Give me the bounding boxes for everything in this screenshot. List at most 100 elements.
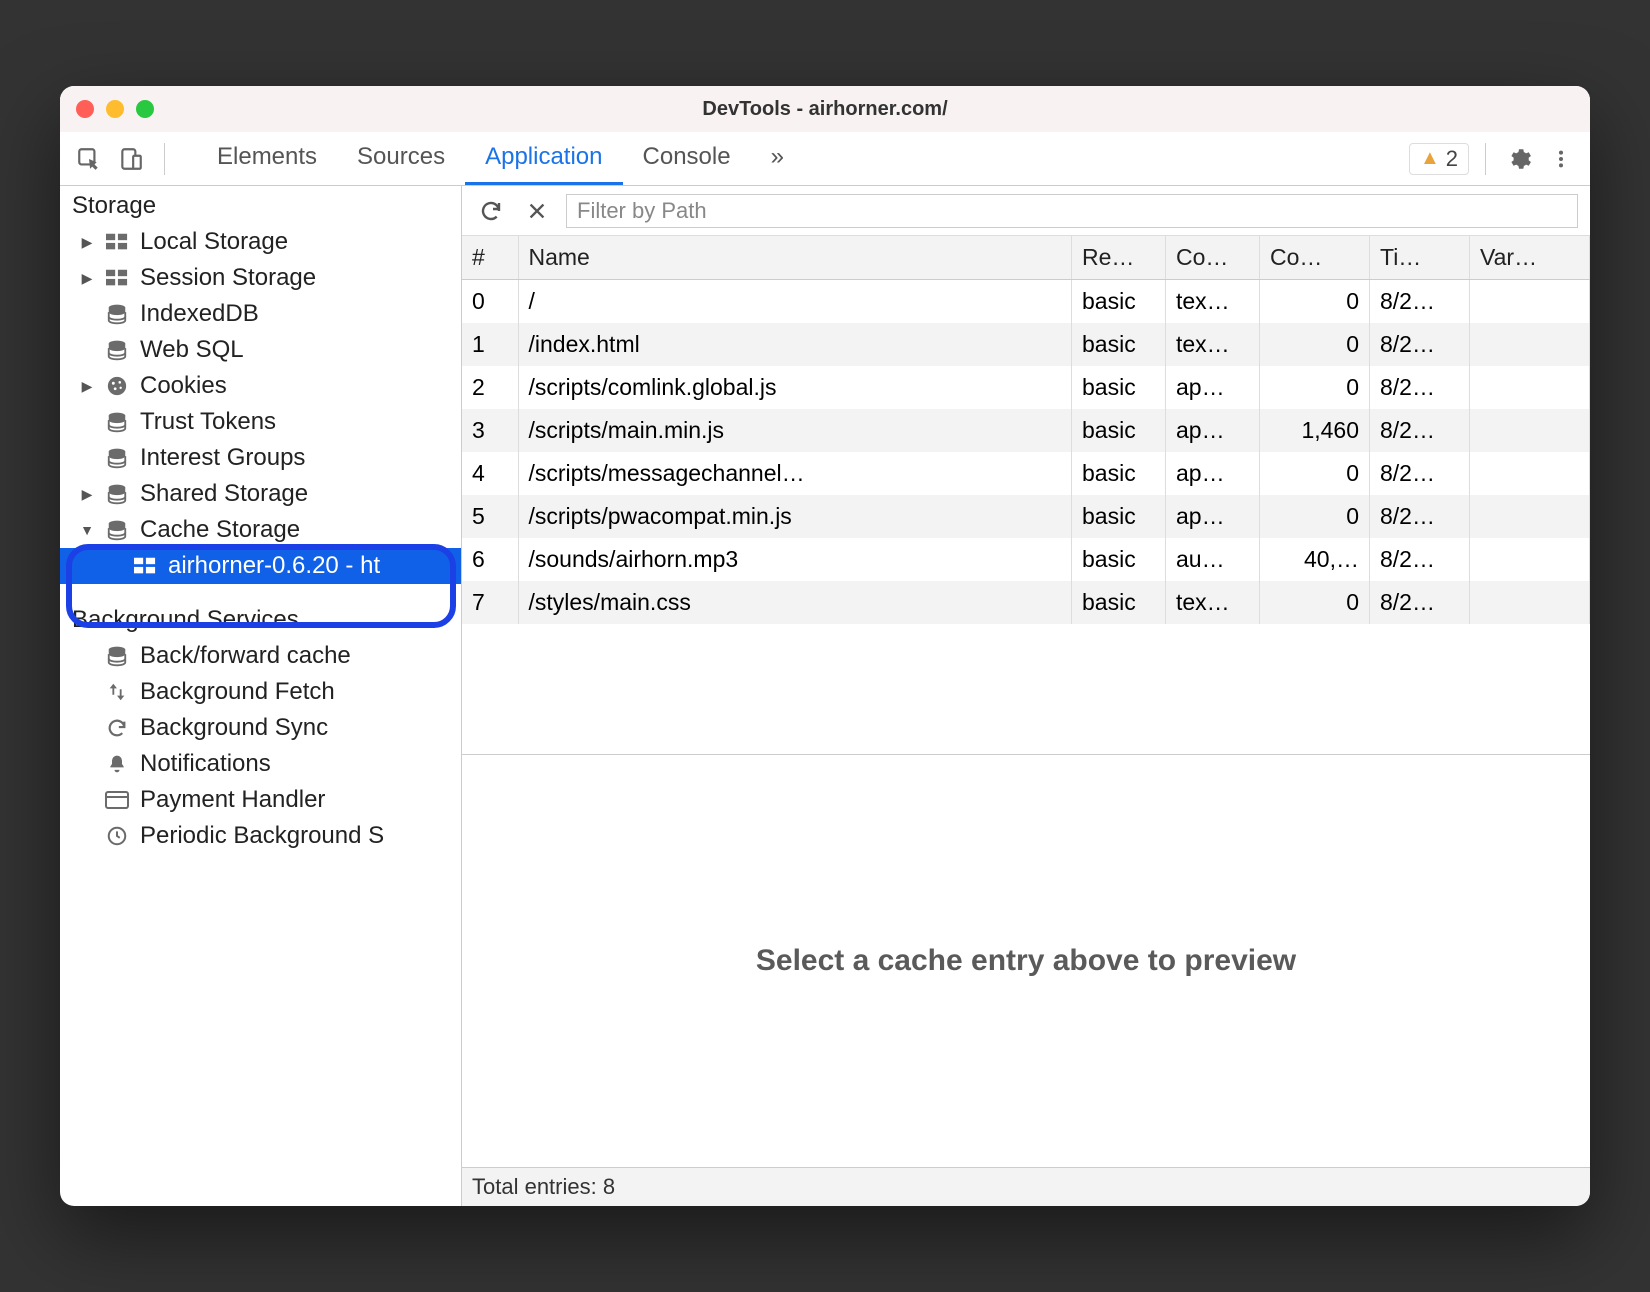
cell-co2: 0 (1260, 366, 1370, 409)
sidebar-item-label: Trust Tokens (140, 408, 276, 436)
sidebar-item-interest-groups[interactable]: ▶Interest Groups (60, 440, 461, 476)
table-row[interactable]: 5/scripts/pwacompat.min.jsbasicap…08/2… (462, 495, 1590, 538)
cell-ti: 8/2… (1370, 495, 1470, 538)
minimize-window-button[interactable] (106, 100, 124, 118)
cell-co1: au… (1166, 538, 1260, 581)
sidebar-item-local-storage[interactable]: ▶Local Storage (60, 224, 461, 260)
cell-var (1470, 366, 1590, 409)
divider (164, 143, 165, 175)
warnings-badge[interactable]: ▲ 2 (1409, 143, 1469, 175)
sidebar-item-payment-handler[interactable]: ▶Payment Handler (60, 782, 461, 818)
cell-name: /scripts/pwacompat.min.js (518, 495, 1072, 538)
cell-name: /scripts/messagechannel… (518, 452, 1072, 495)
column-header[interactable]: Co… (1260, 236, 1370, 280)
sidebar-item-shared-storage[interactable]: ▶Shared Storage (60, 476, 461, 512)
bell-icon (104, 753, 130, 775)
cell-var (1470, 495, 1590, 538)
sidebar-item-label: Interest Groups (140, 444, 305, 472)
column-header[interactable]: Var… (1470, 236, 1590, 280)
window-title: DevTools - airhorner.com/ (60, 98, 1590, 121)
sidebar-item-notifications[interactable]: ▶Notifications (60, 746, 461, 782)
device-toggle-icon[interactable] (114, 142, 148, 176)
db-icon (104, 519, 130, 541)
cell-idx: 2 (462, 366, 518, 409)
cell-re: basic (1072, 323, 1166, 366)
sidebar-item-trust-tokens[interactable]: ▶Trust Tokens (60, 404, 461, 440)
cell-co1: tex… (1166, 280, 1260, 324)
cell-name: /scripts/comlink.global.js (518, 366, 1072, 409)
tab-application[interactable]: Application (465, 132, 622, 185)
kebab-menu-icon[interactable] (1544, 142, 1578, 176)
cell-co1: tex… (1166, 581, 1260, 624)
cell-name: /index.html (518, 323, 1072, 366)
cell-re: basic (1072, 581, 1166, 624)
sidebar-item-session-storage[interactable]: ▶Session Storage (60, 260, 461, 296)
column-header[interactable]: Re… (1072, 236, 1166, 280)
refresh-icon[interactable] (474, 194, 508, 228)
traffic-lights (76, 100, 154, 118)
cell-idx: 4 (462, 452, 518, 495)
cell-re: basic (1072, 452, 1166, 495)
sidebar-item-indexeddb[interactable]: ▶IndexedDB (60, 296, 461, 332)
footer-total-entries: Total entries: 8 (462, 1167, 1590, 1206)
column-header[interactable]: # (462, 236, 518, 280)
sidebar-item-label: Periodic Background S (140, 822, 384, 850)
column-header[interactable]: Name (518, 236, 1072, 280)
sidebar-item-cookies[interactable]: ▶Cookies (60, 368, 461, 404)
sidebar-item-background-sync[interactable]: ▶Background Sync (60, 710, 461, 746)
cell-name: /styles/main.css (518, 581, 1072, 624)
cell-ti: 8/2… (1370, 452, 1470, 495)
tab-elements[interactable]: Elements (197, 132, 337, 185)
cell-co2: 0 (1260, 323, 1370, 366)
cell-co1: ap… (1166, 452, 1260, 495)
clock-icon (104, 825, 130, 847)
sidebar-item-label: Background Sync (140, 714, 328, 742)
cache-storage-panel: #NameRe…Co…Co…Ti…Var… 0/basictex…08/2…1/… (462, 186, 1590, 1206)
column-header[interactable]: Co… (1166, 236, 1260, 280)
tab-console[interactable]: Console (623, 132, 751, 185)
zoom-window-button[interactable] (136, 100, 154, 118)
db-icon (104, 411, 130, 433)
table-row[interactable]: 1/index.htmlbasictex…08/2… (462, 323, 1590, 366)
inspect-element-icon[interactable] (72, 142, 106, 176)
cell-co2: 40,… (1260, 538, 1370, 581)
sidebar-item-periodic-background-s[interactable]: ▶Periodic Background S (60, 818, 461, 854)
cell-var (1470, 538, 1590, 581)
cell-co1: ap… (1166, 366, 1260, 409)
cell-co1: ap… (1166, 495, 1260, 538)
devtools-toolbar: Elements Sources Application Console » ▲… (60, 132, 1590, 186)
sidebar-item-label: Background Fetch (140, 678, 335, 706)
table-row[interactable]: 4/scripts/messagechannel…basicap…08/2… (462, 452, 1590, 495)
cell-ti: 8/2… (1370, 409, 1470, 452)
sidebar-item-cache-storage[interactable]: ▼Cache Storage (60, 512, 461, 548)
close-window-button[interactable] (76, 100, 94, 118)
sidebar-item-back-forward-cache[interactable]: ▶Back/forward cache (60, 638, 461, 674)
devtools-window: DevTools - airhorner.com/ Elements Sourc… (60, 86, 1590, 1206)
cell-var (1470, 452, 1590, 495)
table-row[interactable]: 2/scripts/comlink.global.jsbasicap…08/2… (462, 366, 1590, 409)
cell-ti: 8/2… (1370, 323, 1470, 366)
sidebar-item-label: Payment Handler (140, 786, 325, 814)
settings-gear-icon[interactable] (1502, 142, 1536, 176)
table-row[interactable]: 3/scripts/main.min.jsbasicap…1,4608/2… (462, 409, 1590, 452)
db-icon (104, 483, 130, 505)
card-icon (104, 791, 130, 809)
cell-co2: 0 (1260, 280, 1370, 324)
sidebar-item-background-fetch[interactable]: ▶Background Fetch (60, 674, 461, 710)
table-row[interactable]: 0/basictex…08/2… (462, 280, 1590, 324)
tab-sources[interactable]: Sources (337, 132, 465, 185)
sidebar-item-airhorner-0-6-20-ht[interactable]: ▶airhorner-0.6.20 - ht (60, 548, 461, 584)
preview-placeholder: Select a cache entry above to preview (462, 754, 1590, 1167)
table-row[interactable]: 6/sounds/airhorn.mp3basicau…40,…8/2… (462, 538, 1590, 581)
table-row[interactable]: 7/styles/main.cssbasictex…08/2… (462, 581, 1590, 624)
sidebar-item-web-sql[interactable]: ▶Web SQL (60, 332, 461, 368)
cell-var (1470, 409, 1590, 452)
column-header[interactable]: Ti… (1370, 236, 1470, 280)
warning-count: 2 (1446, 146, 1458, 172)
cell-co2: 0 (1260, 452, 1370, 495)
table-icon (132, 557, 158, 575)
delete-icon[interactable] (520, 194, 554, 228)
tabs-overflow[interactable]: » (751, 132, 804, 185)
cache-entries-table: #NameRe…Co…Co…Ti…Var… 0/basictex…08/2…1/… (462, 236, 1590, 624)
filter-input[interactable] (566, 194, 1578, 228)
